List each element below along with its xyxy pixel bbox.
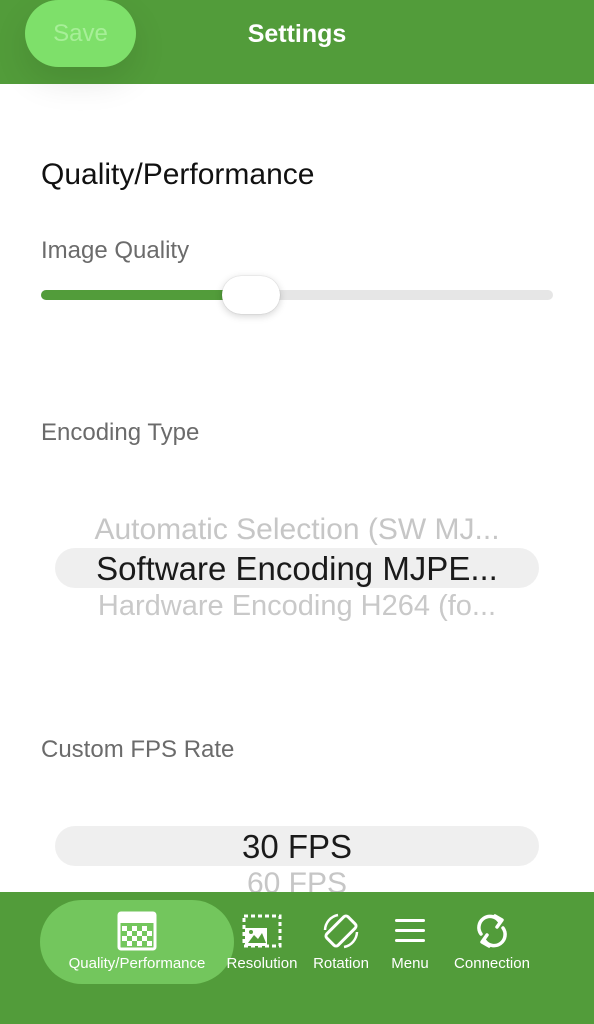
tab-connection[interactable]: Connection	[442, 892, 542, 982]
encoding-option[interactable]: Hardware Encoding H264 (fo...	[55, 590, 539, 623]
tab-label: Quality/Performance	[68, 955, 206, 972]
tab-label: Menu	[391, 955, 429, 972]
tab-bar: Quality/Performance Resolution Rotation …	[0, 892, 594, 1024]
image-quality-slider[interactable]	[41, 290, 553, 300]
tab-label: Resolution	[226, 955, 298, 972]
image-frame-icon	[242, 914, 282, 948]
tab-resolution[interactable]: Resolution	[220, 892, 304, 982]
section-title: Quality/Performance	[41, 158, 315, 191]
checkerboard-icon	[117, 911, 157, 951]
fps-picker[interactable]: 30 FPS 60 FPS	[0, 820, 594, 892]
rotate-device-icon	[323, 913, 359, 949]
tab-menu[interactable]: Menu	[380, 892, 440, 982]
custom-fps-label: Custom FPS Rate	[41, 736, 235, 763]
refresh-icon	[477, 914, 507, 948]
slider-fill	[41, 290, 251, 300]
encoding-type-picker[interactable]: Automatic Selection (SW MJ... Software E…	[55, 510, 539, 630]
slider-thumb[interactable]	[221, 276, 280, 314]
tab-label: Rotation	[313, 955, 369, 972]
fps-option-selected[interactable]: 30 FPS	[55, 828, 539, 866]
encoding-type-label: Encoding Type	[41, 419, 200, 446]
hamburger-icon	[395, 919, 425, 942]
encoding-option-selected[interactable]: Software Encoding MJPE...	[55, 550, 539, 588]
tab-quality-performance[interactable]: Quality/Performance	[56, 892, 218, 982]
tab-rotation[interactable]: Rotation	[304, 892, 378, 982]
header-bar: Save Settings	[0, 0, 594, 84]
save-button[interactable]: Save	[25, 0, 136, 67]
encoding-option[interactable]: Automatic Selection (SW MJ...	[55, 513, 539, 547]
tab-label: Connection	[454, 955, 530, 972]
image-quality-label: Image Quality	[41, 237, 190, 264]
fps-option[interactable]: 60 FPS	[55, 867, 539, 892]
